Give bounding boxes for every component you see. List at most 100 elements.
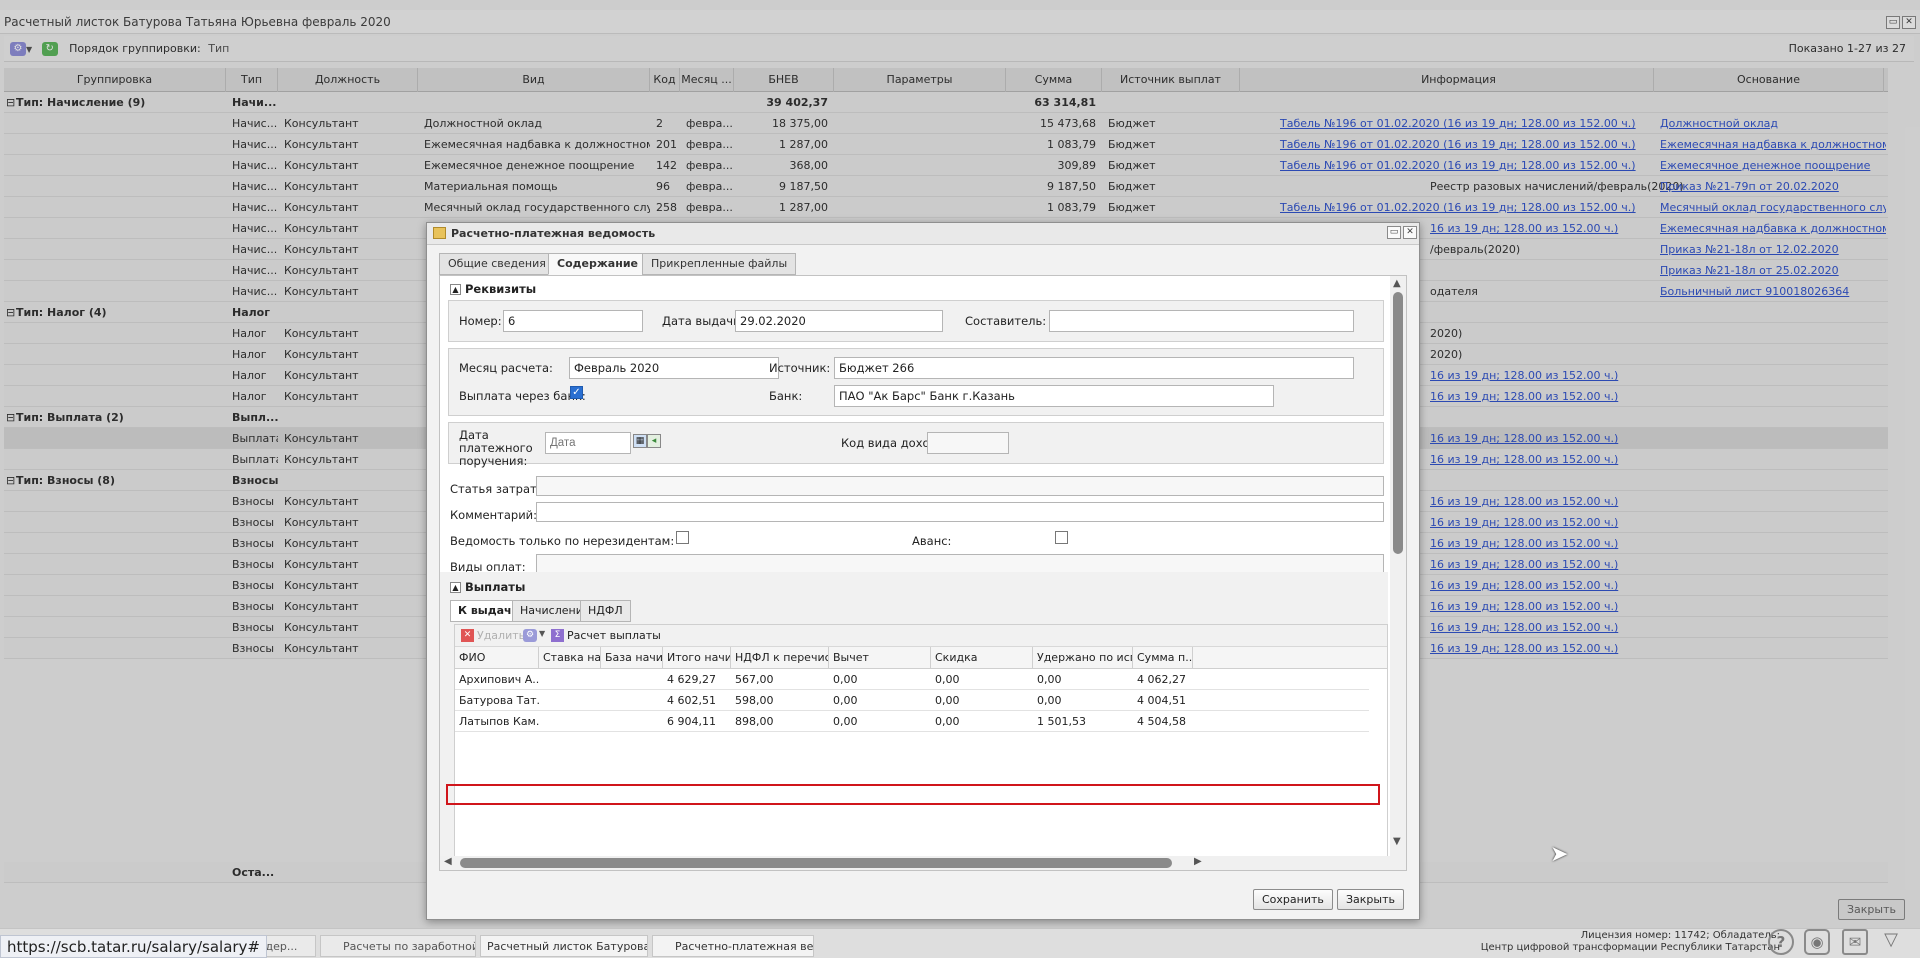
table-row[interactable]: Начис... Консультант Ежемесячная надбавка …	[4, 134, 1888, 155]
cell-info[interactable]: 16 из 19 дн; 128.00 из 152.00 ч.)	[1424, 491, 1814, 512]
cell-info[interactable]: Табель №196 от 01.02.2020 (16 из 19 дн; …	[1274, 113, 1664, 134]
column-header[interactable]: БНЕВ	[734, 68, 834, 92]
tab-general[interactable]: Общие сведения	[439, 253, 555, 275]
group-row[interactable]: ⊟ Тип: Начисление (9) Начи... 39 402,37 63 …	[4, 92, 1888, 113]
group-label[interactable]: Тип: Выплата (2)	[10, 407, 226, 428]
comment-field[interactable]	[536, 502, 1384, 522]
payments-column-header[interactable]: ФИО	[455, 647, 539, 669]
month-field[interactable]: Февраль 2020	[569, 357, 779, 379]
mail-icon[interactable]: ✉	[1842, 929, 1868, 955]
column-header[interactable]: Код	[650, 68, 680, 92]
cell-basis[interactable]: Приказ №21-18л от 25.02.2020	[1654, 260, 1886, 281]
cell-basis[interactable]: Месячный оклад государственного служа...	[1654, 197, 1886, 218]
close-button[interactable]: Закрыть	[1337, 889, 1404, 910]
column-header[interactable]: Должность	[278, 68, 418, 92]
group-label[interactable]: Тип: Взносы (8)	[10, 470, 226, 491]
income-code-field[interactable]	[927, 432, 1009, 454]
scroll-down-icon[interactable]: ▼	[1393, 836, 1401, 847]
issue-date-field[interactable]: 29.02.2020	[735, 310, 943, 332]
restore-icon[interactable]: ▭	[1886, 16, 1900, 29]
column-header[interactable]: Вид	[418, 68, 650, 92]
payments-column-header[interactable]: База начис...	[601, 647, 663, 669]
calc-payment-button[interactable]: Расчет выплаты	[567, 629, 661, 642]
horizontal-scrollbar[interactable]: ◀ ▶	[440, 856, 1406, 870]
cell-basis[interactable]: Должностной оклад	[1654, 113, 1886, 134]
help-icon[interactable]: ?	[1768, 929, 1794, 955]
cell-info[interactable]: 16 из 19 дн; 128.00 из 152.00 ч.)	[1424, 533, 1814, 554]
column-header[interactable]: Параметры	[834, 68, 1006, 92]
scroll-left-icon[interactable]: ◀	[444, 856, 452, 867]
scroll-thumb[interactable]	[1393, 292, 1403, 554]
cost-item-field[interactable]	[536, 476, 1384, 496]
cell-info[interactable]: Табель №196 от 01.02.2020 (16 из 19 дн; …	[1274, 155, 1664, 176]
table-row[interactable]: Начис... Консультант Месячный оклад госуда…	[4, 197, 1888, 218]
scroll-up-icon[interactable]: ▲	[1393, 278, 1401, 289]
vertical-scrollbar[interactable]: ▲ ▼	[1390, 276, 1406, 856]
menu-down-icon[interactable]: ▽	[1878, 929, 1904, 955]
payments-column-header[interactable]: Скидка	[931, 647, 1033, 669]
column-header[interactable]: Тип	[226, 68, 278, 92]
payments-column-header[interactable]: Вычет	[829, 647, 931, 669]
cell-info[interactable]: 16 из 19 дн; 128.00 из 152.00 ч.)	[1424, 365, 1814, 386]
dialog-close-icon[interactable]: ✕	[1403, 226, 1417, 239]
nonresident-checkbox[interactable]	[676, 531, 689, 544]
column-header[interactable]: Источник выплат	[1102, 68, 1240, 92]
bank-pay-checkbox[interactable]: ✓	[570, 386, 583, 399]
advance-checkbox[interactable]	[1055, 531, 1068, 544]
sigma-icon[interactable]: Σ	[551, 629, 564, 642]
delete-button[interactable]: Удалить	[477, 629, 525, 642]
hscroll-thumb[interactable]	[460, 858, 1172, 868]
payments-row[interactable]: Латыпов Кам... 6 904,11 898,00 0,00 0,00 1 50…	[455, 711, 1369, 732]
group-label[interactable]: Тип: Налог (4)	[10, 302, 226, 323]
cell-basis[interactable]: Ежемесячное денежное поощрение	[1654, 155, 1886, 176]
camera-icon[interactable]: ◉	[1804, 929, 1830, 955]
cell-info[interactable]: 16 из 19 дн; 128.00 из 152.00 ч.)	[1424, 596, 1814, 617]
cell-info[interactable]: 16 из 19 дн; 128.00 из 152.00 ч.)	[1424, 554, 1814, 575]
task-item-4[interactable]: Расчетно-платежная вед...	[652, 935, 814, 957]
calendar-icon[interactable]: ▦	[633, 434, 647, 448]
cell-info[interactable]: 16 из 19 дн; 128.00 из 152.00 ч.)	[1424, 617, 1814, 638]
maximize-icon[interactable]: ▭	[1387, 226, 1401, 239]
table-row[interactable]: Начис... Консультант Материальная помощь 96…	[4, 176, 1888, 197]
cell-info[interactable]: Табель №196 от 01.02.2020 (16 из 19 дн; …	[1274, 134, 1664, 155]
payments-row[interactable]: Батурова Тат... 4 602,51 598,00 0,00 0,00 0,0…	[455, 690, 1369, 711]
bank-field[interactable]: ПАО "Ак Барс" Банк г.Казань	[834, 385, 1274, 407]
refresh-icon[interactable]: ↻	[41, 42, 58, 56]
column-header[interactable]: Группировка	[4, 68, 226, 92]
cell-info[interactable]: 16 из 19 дн; 128.00 из 152.00 ч.)	[1424, 575, 1814, 596]
cell-basis[interactable]: Ежемесячная надбавка к должностному о...	[1654, 134, 1886, 155]
task-item-2[interactable]: Расчеты по заработной ...	[320, 935, 476, 957]
cell-basis[interactable]: Приказ №21-18л от 12.02.2020	[1654, 239, 1886, 260]
column-header[interactable]: Сумма	[1006, 68, 1102, 92]
author-field[interactable]	[1049, 310, 1354, 332]
payments-column-header[interactable]: Ставка нал...	[539, 647, 601, 669]
cell-info[interactable]: Табель №196 от 01.02.2020 (16 из 19 дн; …	[1274, 197, 1664, 218]
close-icon[interactable]: ✕	[1902, 16, 1916, 29]
task-item-3[interactable]: Расчетный листок Батурова ...	[480, 935, 648, 957]
tab-ndfl[interactable]: НДФЛ	[580, 600, 631, 622]
main-close-button[interactable]: Закрыть	[1838, 899, 1905, 920]
column-header[interactable]: Основание	[1654, 68, 1884, 92]
pay-types-field[interactable]	[536, 554, 1384, 574]
cell-basis[interactable]: Ежемесячная надбавка к должностному о...	[1654, 218, 1886, 239]
actions-dropdown-icon[interactable]: ▼	[539, 629, 545, 638]
payments-collapse-icon[interactable]: ▲	[450, 582, 461, 593]
payments-column-header[interactable]: Итого начис...	[663, 647, 731, 669]
column-header[interactable]: Информация	[1264, 68, 1654, 92]
cell-basis[interactable]: Больничный лист 910018026364	[1654, 281, 1886, 302]
cell-info[interactable]: 16 из 19 дн; 128.00 из 152.00 ч.)	[1424, 386, 1814, 407]
cell-info[interactable]: 16 из 19 дн; 128.00 из 152.00 ч.)	[1424, 428, 1814, 449]
column-header[interactable]: Месяц ...	[680, 68, 734, 92]
date-pick-icon[interactable]: ◂	[647, 434, 661, 448]
number-field[interactable]: 6	[503, 310, 643, 332]
collapse-icon[interactable]: ▲	[450, 284, 461, 295]
pay-order-date-field[interactable]	[545, 432, 631, 454]
payments-column-header[interactable]: НДФЛ к перечислен...	[731, 647, 829, 669]
dropdown-arrow-icon[interactable]: ▼	[26, 45, 32, 54]
tab-attachments[interactable]: Прикрепленные файлы	[642, 253, 797, 275]
cell-basis[interactable]: Приказ №21-79п от 20.02.2020	[1654, 176, 1886, 197]
payments-row[interactable]: Архипович А... 4 629,27 567,00 0,00 0,00 0,00…	[455, 669, 1369, 690]
payments-column-header[interactable]: Удержано по испол...	[1033, 647, 1133, 669]
save-button[interactable]: Сохранить	[1253, 889, 1333, 910]
requisites-header[interactable]: ▲ Реквизиты	[450, 282, 536, 296]
